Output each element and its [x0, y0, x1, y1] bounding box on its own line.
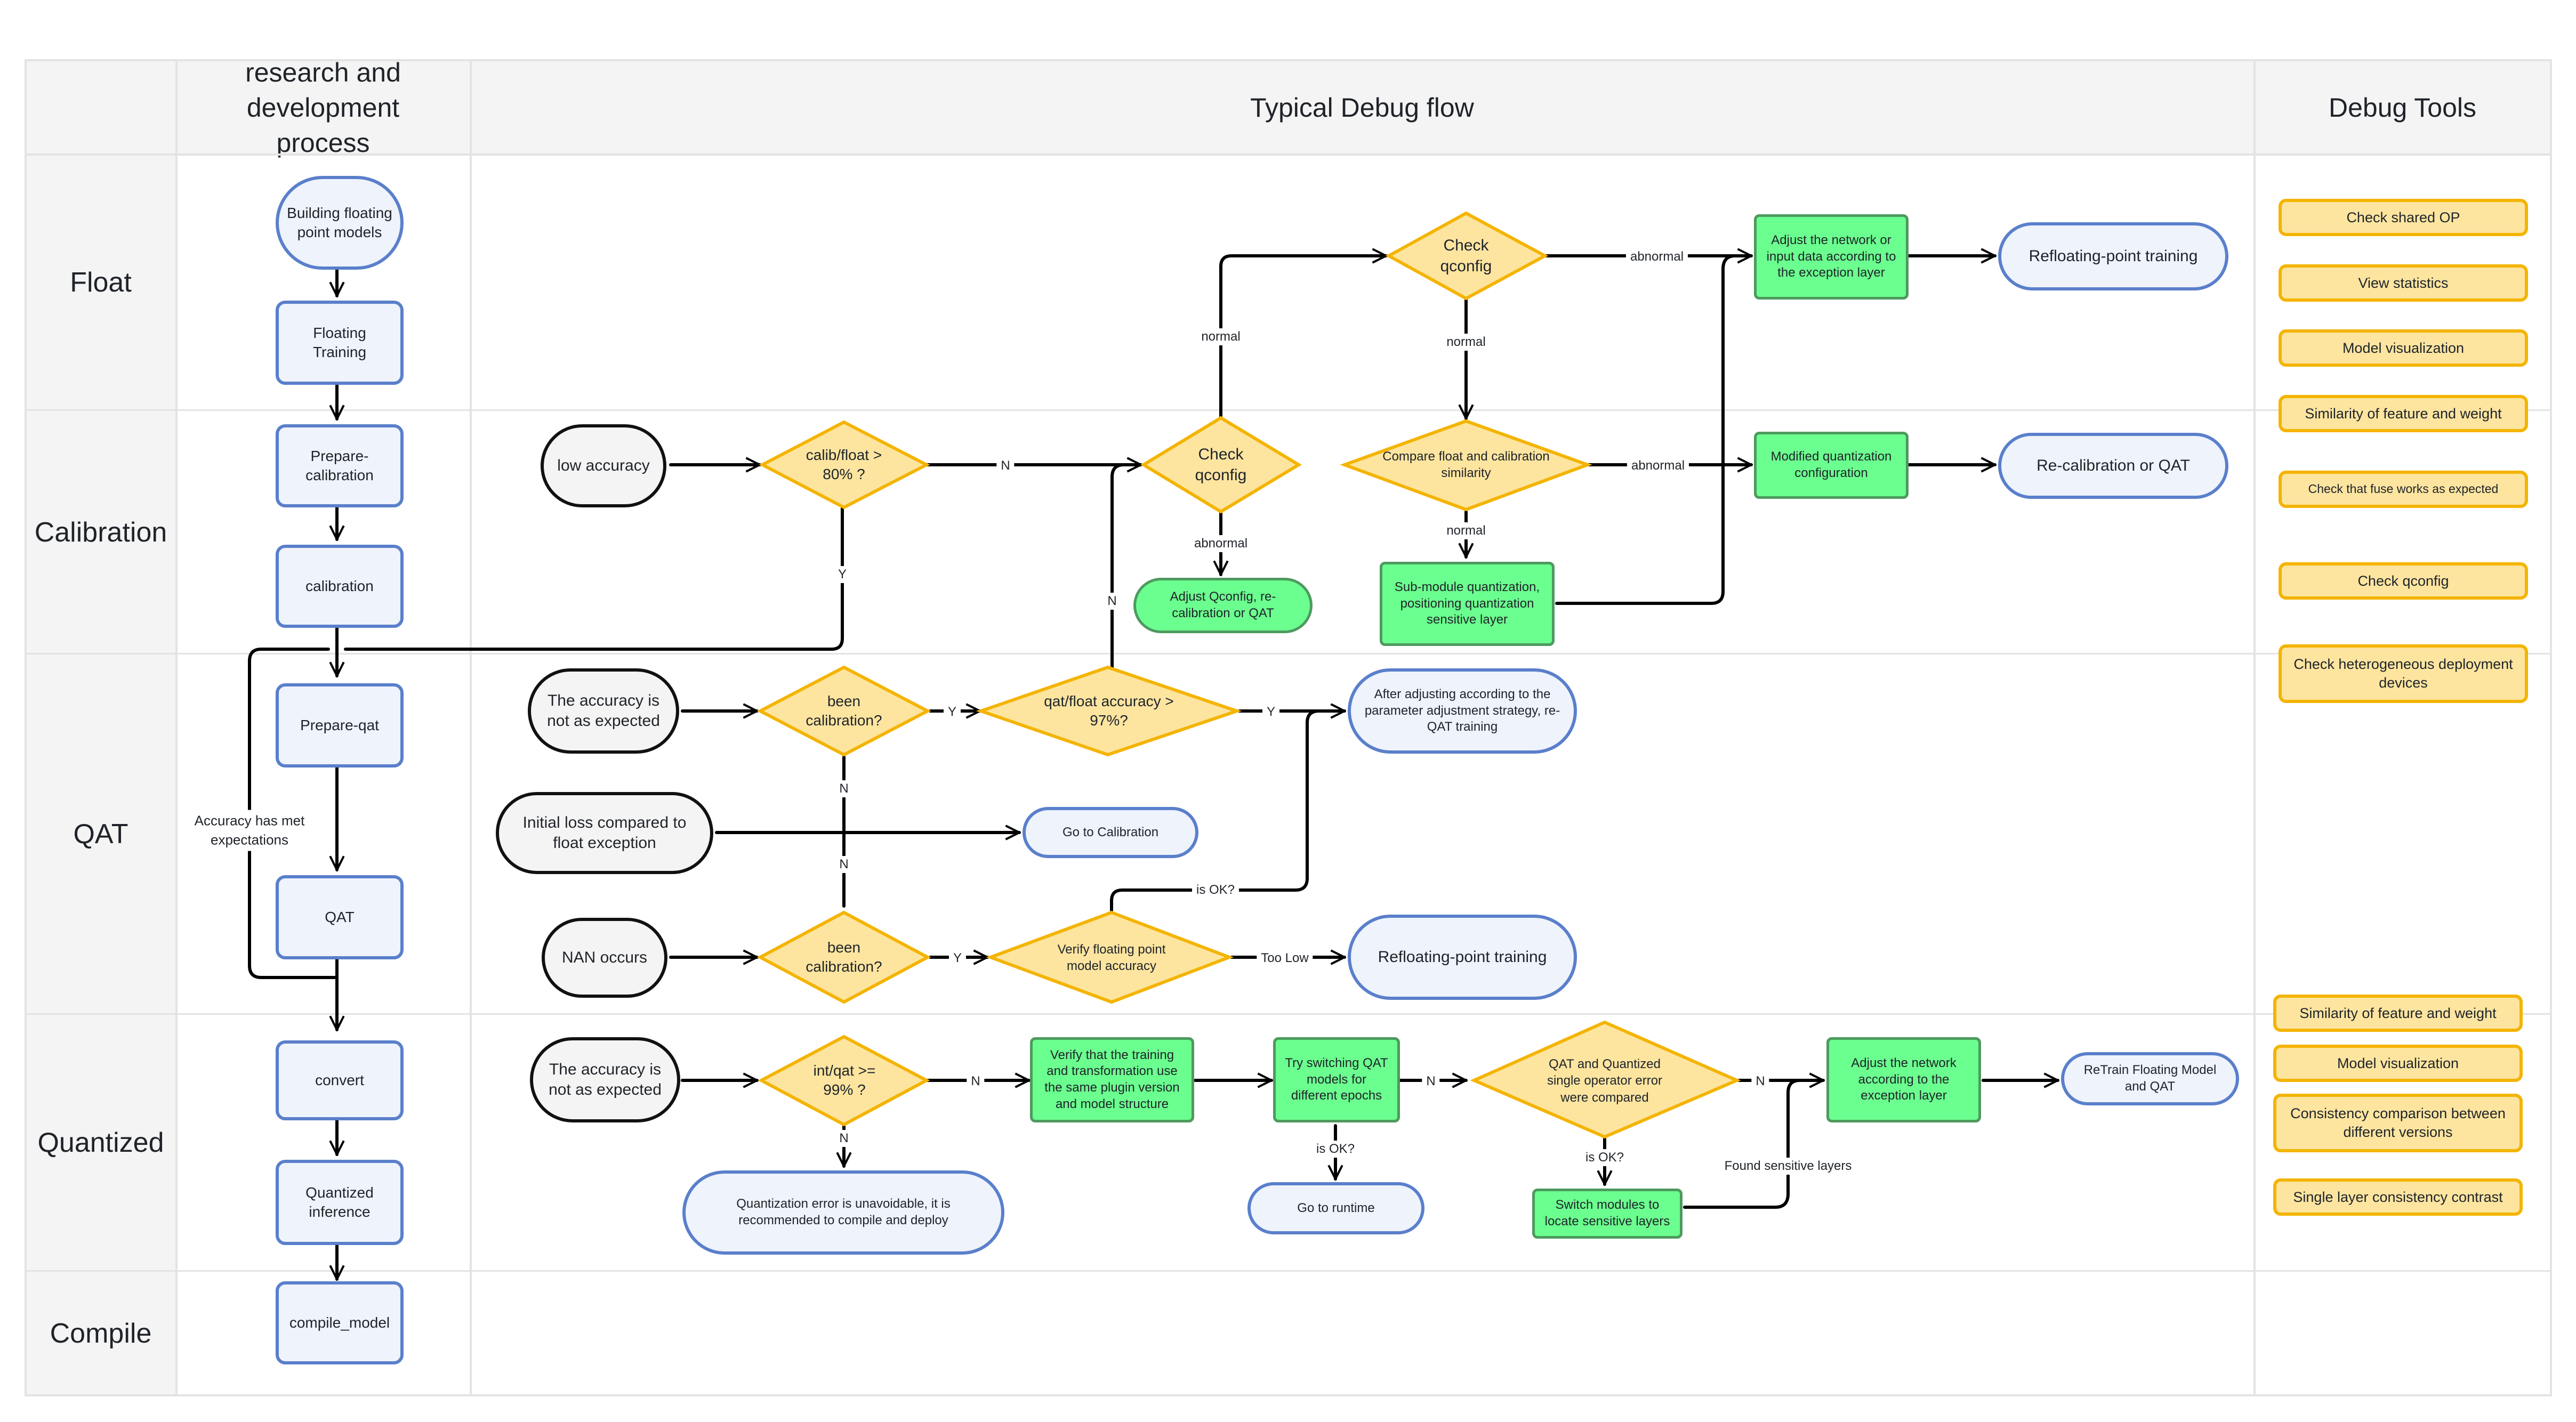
terminal-recalibration-or-qat[interactable]: Re-calibration or QAT — [1998, 433, 2228, 499]
step-prepare-qat[interactable]: Prepare-qat — [276, 683, 404, 767]
label-found-sensitive: Found sensitive layers — [1720, 1158, 1856, 1175]
label-been1-y: Y — [943, 704, 961, 721]
terminal-reqat-training[interactable]: After adjusting according to the paramet… — [1348, 668, 1577, 754]
decision-calib-float-text: calib/float > 80% ? — [806, 446, 882, 482]
label-intqat-n-down: N — [835, 1130, 853, 1147]
decision-int-qat-text: int/qat >= 99% ? — [813, 1062, 876, 1098]
label-intqat-n-right: N — [967, 1073, 985, 1090]
label-checkq-normal-up: normal — [1197, 328, 1245, 345]
label-compare-normal: normal — [1442, 522, 1490, 539]
label-too-low: Too Low — [1257, 950, 1313, 967]
action-adjust-qconfig[interactable]: Adjust Qconfig, re-calibration or QAT — [1133, 578, 1313, 633]
label-opcompare-is-ok: is OK? — [1581, 1149, 1629, 1166]
label-try-is-ok: is OK? — [1311, 1141, 1359, 1158]
tool-model-visualization-quantized[interactable]: Model visualization — [2273, 1045, 2523, 1082]
label-calib-n: N — [996, 457, 1015, 474]
label-been2-n: N — [835, 856, 853, 873]
tool-check-fuse[interactable]: Check that fuse works as expected — [2279, 471, 2528, 508]
label-try-n: N — [1422, 1073, 1440, 1090]
decision-compare-similarity-text: Compare float and calibration similarity — [1382, 449, 1550, 480]
decision-float-check-qconfig-text: Check qconfig — [1440, 237, 1492, 275]
action-modified-quant-config[interactable]: Modified quantization configuration — [1754, 432, 1909, 499]
action-switch-modules[interactable]: Switch modules to locate sensitive layer… — [1532, 1189, 1683, 1239]
tool-model-visualization[interactable]: Model visualization — [2279, 329, 2528, 367]
tool-view-statistics[interactable]: View statistics — [2279, 264, 2528, 302]
label-qatfloat-y: Y — [1262, 704, 1280, 721]
terminal-retrain-float-qat[interactable]: ReTrain Floating Model and QAT — [2061, 1052, 2239, 1105]
terminal-refloating-training-float[interactable]: Refloating-point training — [1998, 222, 2228, 290]
step-quantized-inference[interactable]: Quantized inference — [276, 1160, 404, 1245]
start-nan-occurs[interactable]: NAN occurs — [542, 918, 667, 998]
decision-verify-float-text: Verify floating point model accuracy — [1057, 942, 1166, 973]
action-submodule-quantization[interactable]: Sub-module quantization, positioning qua… — [1380, 562, 1555, 646]
action-try-switching-epochs[interactable]: Try switching QAT models for different e… — [1273, 1037, 1400, 1122]
terminal-refloating-training-qat[interactable]: Refloating-point training — [1348, 915, 1577, 1000]
action-adjust-network-input[interactable]: Adjust the network or input data accordi… — [1754, 214, 1909, 300]
label-opcompare-n: N — [1751, 1073, 1769, 1090]
tool-consistency-comparison[interactable]: Consistency comparison between different… — [2273, 1094, 2523, 1152]
label-compare-abnormal: abnormal — [1627, 457, 1689, 474]
label-float-normal: normal — [1442, 334, 1490, 351]
label-checkq-abnormal: abnormal — [1189, 535, 1252, 552]
action-adjust-network-exception[interactable]: Adjust the network according to the exce… — [1826, 1037, 1981, 1122]
terminal-quant-error-unavoidable[interactable]: Quantization error is unavoidable, it is… — [682, 1170, 1004, 1255]
label-verify-is-ok: is OK? — [1192, 882, 1239, 899]
start-quant-accuracy-not-expected[interactable]: The accuracy is not as expected — [530, 1037, 680, 1122]
step-build-float-model[interactable]: Building floating point models — [276, 176, 404, 270]
tool-single-layer-consistency[interactable]: Single layer consistency contrast — [2273, 1178, 2523, 1216]
step-qat[interactable]: QAT — [276, 875, 404, 959]
tool-check-heterogeneous-devices[interactable]: Check heterogeneous deployment devices — [2279, 644, 2528, 703]
tool-check-qconfig[interactable]: Check qconfig — [2279, 562, 2528, 600]
tool-similarity-feature-weight[interactable]: Similarity of feature and weight — [2279, 395, 2528, 432]
edge-submodule-up — [1555, 254, 1737, 605]
decision-been-calibration-2-text: been calibration? — [806, 939, 882, 975]
step-floating-training[interactable]: Floating Training — [276, 301, 404, 385]
tool-check-shared-op[interactable]: Check shared OP — [2279, 199, 2528, 236]
decision-qat-float-text: qat/float accuracy > 97%? — [1044, 692, 1174, 729]
label-float-abnormal: abnormal — [1625, 248, 1688, 265]
step-compile-model[interactable]: compile_model — [276, 1281, 404, 1364]
start-initial-loss[interactable]: Initial loss compared to float exception — [496, 792, 713, 874]
edge-calib-y-to-prepqat — [344, 505, 844, 651]
step-calibration[interactable]: calibration — [276, 545, 404, 628]
tool-similarity-feature-weight-quantized[interactable]: Similarity of feature and weight — [2273, 995, 2523, 1032]
decision-been-calibration-1-text: been calibration? — [806, 692, 882, 729]
decision-op-compare-text: QAT and Quantized single operator error … — [1547, 1057, 1663, 1105]
label-accuracy-met: Accuracy has met expectations — [184, 810, 315, 851]
start-qat-accuracy-not-expected[interactable]: The accuracy is not as expected — [528, 668, 679, 754]
edge-qat-n-to-checkq — [1110, 463, 1125, 670]
step-prepare-calibration[interactable]: Prepare-calibration — [276, 424, 404, 507]
start-low-accuracy[interactable]: low accuracy — [541, 424, 666, 507]
terminal-go-to-runtime[interactable]: Go to runtime — [1247, 1182, 1424, 1234]
label-calib-y: Y — [833, 566, 851, 583]
label-been1-n: N — [835, 780, 853, 797]
label-qat-n-up: N — [1103, 593, 1121, 610]
terminal-go-to-calibration[interactable]: Go to Calibration — [1023, 807, 1198, 858]
swimlane-diagram: research and development process Typical… — [0, 0, 2576, 1422]
step-convert[interactable]: convert — [276, 1040, 404, 1120]
edge-checkq-normal-up — [1219, 256, 1386, 419]
edge-switch-found-up — [1683, 1079, 1801, 1209]
decision-calib-check-qconfig-text: Check qconfig — [1195, 446, 1247, 484]
label-been2-y: Y — [948, 950, 967, 967]
action-verify-training-transform[interactable]: Verify that the training and transformat… — [1030, 1037, 1194, 1122]
